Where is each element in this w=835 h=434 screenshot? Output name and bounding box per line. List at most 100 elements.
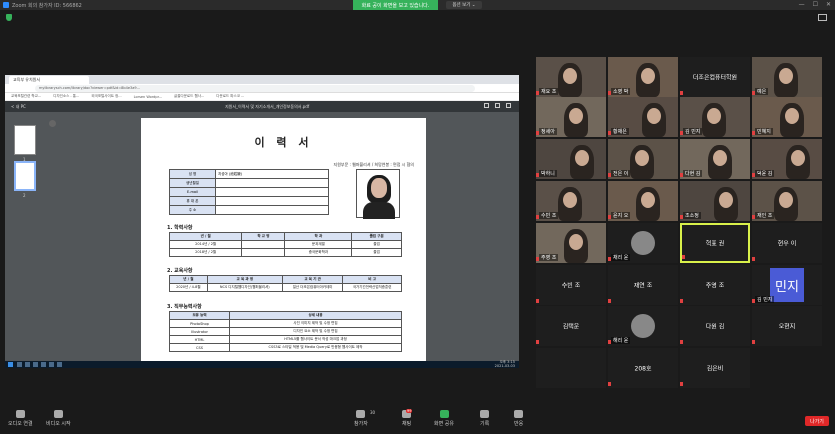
reactions-button[interactable]: 반응 [514, 410, 523, 427]
reaction-icon [514, 410, 524, 418]
close-sidebar-icon[interactable] [49, 120, 56, 127]
participant-face [719, 192, 733, 208]
taskbar-app-icon[interactable] [33, 362, 38, 367]
participant-tile[interactable]: 윤지 오 [608, 181, 678, 221]
participant-tile[interactable]: 박하니 [536, 139, 606, 179]
participant-tile[interactable]: 오현지 [752, 306, 822, 346]
participants-button[interactable]: 30 참가자 [354, 410, 375, 427]
table-row: PhotoShop 사진 이미지 제작 및 수정 편집 [169, 319, 402, 328]
table-cell: NCS 디지털웹디자인(웹퍼블리셔) [206, 283, 283, 292]
video-button[interactable]: 비디오 시작 [46, 410, 71, 427]
profile-photo [356, 169, 400, 219]
participant-tile[interactable]: 덕윤 김 [752, 139, 822, 179]
security-shield-icon[interactable] [6, 14, 12, 21]
participant-name: 전은 이 [611, 170, 631, 177]
participant-tile[interactable]: 김택운 [536, 306, 606, 346]
participant-name: 다현 김 [683, 170, 703, 177]
pdf-back-link[interactable]: < 내 PC [11, 104, 26, 110]
participant-tile[interactable]: 김은비 [680, 348, 750, 388]
view-options-button[interactable]: 옵션 보기 ⌄ [446, 1, 482, 9]
info-key: 성 명 [169, 169, 216, 179]
url-field[interactable]: mylibrarysch.com/library/doc?viewer=pdf&… [35, 85, 475, 92]
participant-tile[interactable]: 수빈 조 [536, 265, 606, 305]
bookmark-item[interactable]: Lorsen Wordpr... [134, 95, 162, 99]
bookmark-item[interactable]: 글꼴다운로드 웹사... [174, 94, 204, 99]
participant-tile[interactable]: 전은 이 [608, 139, 678, 179]
leave-button[interactable]: 나가기 [805, 416, 829, 426]
more-icon[interactable] [506, 103, 511, 108]
muted-mic-icon [536, 257, 539, 261]
chat-button[interactable]: 99 채팅 [402, 409, 413, 427]
chat-badge: 99 [406, 409, 413, 413]
taskbar-app-icon[interactable] [57, 362, 62, 367]
minimize-icon[interactable]: — [799, 1, 805, 8]
participant-tile[interactable]: 황채은 [608, 97, 678, 137]
pdf-viewer: < 내 PC 지원서_이력서 및 자기소개서_개인정보동의서.pdf 1 2 이… [5, 101, 519, 363]
table-cell: PhotoShop [169, 319, 230, 328]
participant-tile[interactable]: 현우 이 [752, 223, 822, 263]
participant-tile[interactable]: 수빈 조 [536, 181, 606, 221]
participant-tile[interactable]: 채리 윤 [608, 223, 678, 263]
participant-tile[interactable]: 208호 [608, 348, 678, 388]
participant-name: 주영 조 [705, 282, 725, 290]
maximize-icon[interactable]: ☐ [813, 1, 818, 8]
participant-tile[interactable]: 재요 조 [536, 57, 606, 97]
audio-button[interactable]: 오디오 연결 [8, 410, 33, 427]
participant-name: 덕윤 김 [755, 170, 775, 177]
thumb-number: 2 [23, 193, 26, 198]
bookmark-item[interactable]: 디자인소스 - 통... [53, 94, 79, 99]
table-header: 교 육 기 관 [281, 275, 344, 284]
participant-tile[interactable]: 주영 조 [680, 265, 750, 305]
participant-tile[interactable]: 민지 김 민지 [752, 265, 822, 305]
muted-mic-icon [536, 91, 539, 95]
participant-name: 다원 김 [705, 323, 725, 331]
browser-tab-strip: 교육부 유치원서 [5, 75, 519, 84]
muted-mic-icon [608, 340, 611, 344]
participant-tile[interactable]: 김 민지 [680, 97, 750, 137]
participant-name: 김택운 [562, 323, 580, 331]
participant-name: 208호 [634, 365, 652, 373]
participant-tile[interactable]: 더조은컴퓨터학원 [680, 57, 750, 97]
muted-mic-icon [536, 299, 539, 303]
taskbar-app-icon[interactable] [25, 362, 30, 367]
participant-tile[interactable]: 다원 김 [680, 306, 750, 346]
close-icon[interactable]: ✕ [826, 1, 831, 8]
taskbar-app-icon[interactable] [17, 362, 22, 367]
participant-name: 오현지 [778, 323, 796, 331]
video-label: 비디오 시작 [46, 421, 71, 427]
start-icon[interactable] [8, 362, 13, 367]
bookmark-item[interactable]: 외국포털사이트 정... [91, 94, 121, 99]
table-cell: CSS [169, 343, 230, 352]
taskbar-app-icon[interactable] [49, 362, 54, 367]
participant-tile[interactable]: 해리 윤 [608, 306, 678, 346]
participant-tile[interactable]: 혁표 권 [680, 223, 750, 263]
page-thumbnail-1[interactable] [14, 125, 36, 155]
record-button[interactable]: 기록 [480, 410, 489, 427]
table-cell: 디자인 요소 제작 및 수정 편집 [229, 327, 402, 336]
gallery-view-icon[interactable] [818, 14, 827, 21]
zoom-logo-icon [3, 2, 9, 8]
participant-tile[interactable]: 예은 [752, 57, 822, 97]
taskbar-apps [17, 362, 62, 367]
participant-tile[interactable]: 조소정 [680, 181, 750, 221]
participant-tile[interactable]: 다현 김 [680, 139, 750, 179]
participant-tile[interactable]: 소영 박 [608, 57, 678, 97]
participant-face [779, 192, 793, 208]
share-screen-button[interactable]: 화면 공유 [434, 410, 454, 427]
participant-tile[interactable]: 민혜지 [752, 97, 822, 137]
record-icon [480, 410, 490, 418]
video-camera-icon [53, 410, 63, 418]
taskbar-app-icon[interactable] [41, 362, 46, 367]
print-icon[interactable] [495, 103, 500, 108]
chat-label: 채팅 [402, 421, 412, 427]
table-cell: 2020년 / 4-8월 [169, 283, 208, 292]
download-icon[interactable] [484, 103, 489, 108]
browser-tab[interactable]: 교육부 유치원서 [9, 76, 89, 84]
participant-tile[interactable]: 재연 조 [608, 265, 678, 305]
participant-tile[interactable]: 주영 조 [536, 223, 606, 263]
page-thumbnail-2[interactable] [14, 161, 36, 191]
participant-tile[interactable]: 정세아 [536, 97, 606, 137]
bookmark-item[interactable]: 교육포털관련 학교... [11, 94, 41, 99]
bookmark-item[interactable]: 다운로드 파스코 ... [216, 94, 244, 99]
participant-tile[interactable]: 재인 조 [752, 181, 822, 221]
